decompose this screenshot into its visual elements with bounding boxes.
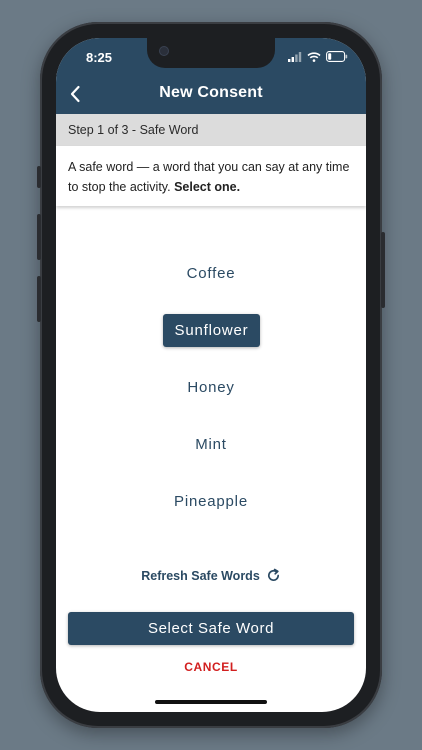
safe-word-option[interactable]: Honey [56,379,366,396]
step-indicator: Step 1 of 3 - Safe Word [56,114,366,147]
battery-icon [326,51,348,62]
description-emphasis: Select one. [174,180,241,194]
cancel-button[interactable]: CANCEL [56,660,366,674]
status-icons [288,51,348,62]
power-button [381,232,385,308]
volume-down-button [37,276,41,322]
refresh-label: Refresh Safe Words [141,568,260,583]
front-camera-icon [160,47,168,55]
refresh-safe-words-button[interactable]: Refresh Safe Words [56,568,366,583]
home-indicator [155,700,267,704]
signal-icon [288,51,302,62]
description-text: A safe word — a word that you can say at… [68,157,358,197]
refresh-icon [267,568,279,581]
silent-switch [37,166,41,188]
description-card: A safe word — a word that you can say at… [56,146,366,206]
app-screen: 8:25 New Consent Step 1 of 3 - Safe Word… [56,38,366,712]
safe-word-option[interactable]: Pineapple [56,493,366,510]
safe-word-option[interactable]: Mint [56,436,366,453]
safe-word-option[interactable]: Coffee [56,265,366,282]
volume-up-button [37,214,41,260]
select-safe-word-button[interactable]: Select Safe Word [68,612,354,645]
wifi-icon [307,51,321,62]
page-title: New Consent [159,84,263,101]
safe-word-option-selected[interactable]: Sunflower [163,314,260,347]
step-label: Step 1 of 3 - Safe Word [68,123,199,137]
status-time: 8:25 [86,50,113,65]
